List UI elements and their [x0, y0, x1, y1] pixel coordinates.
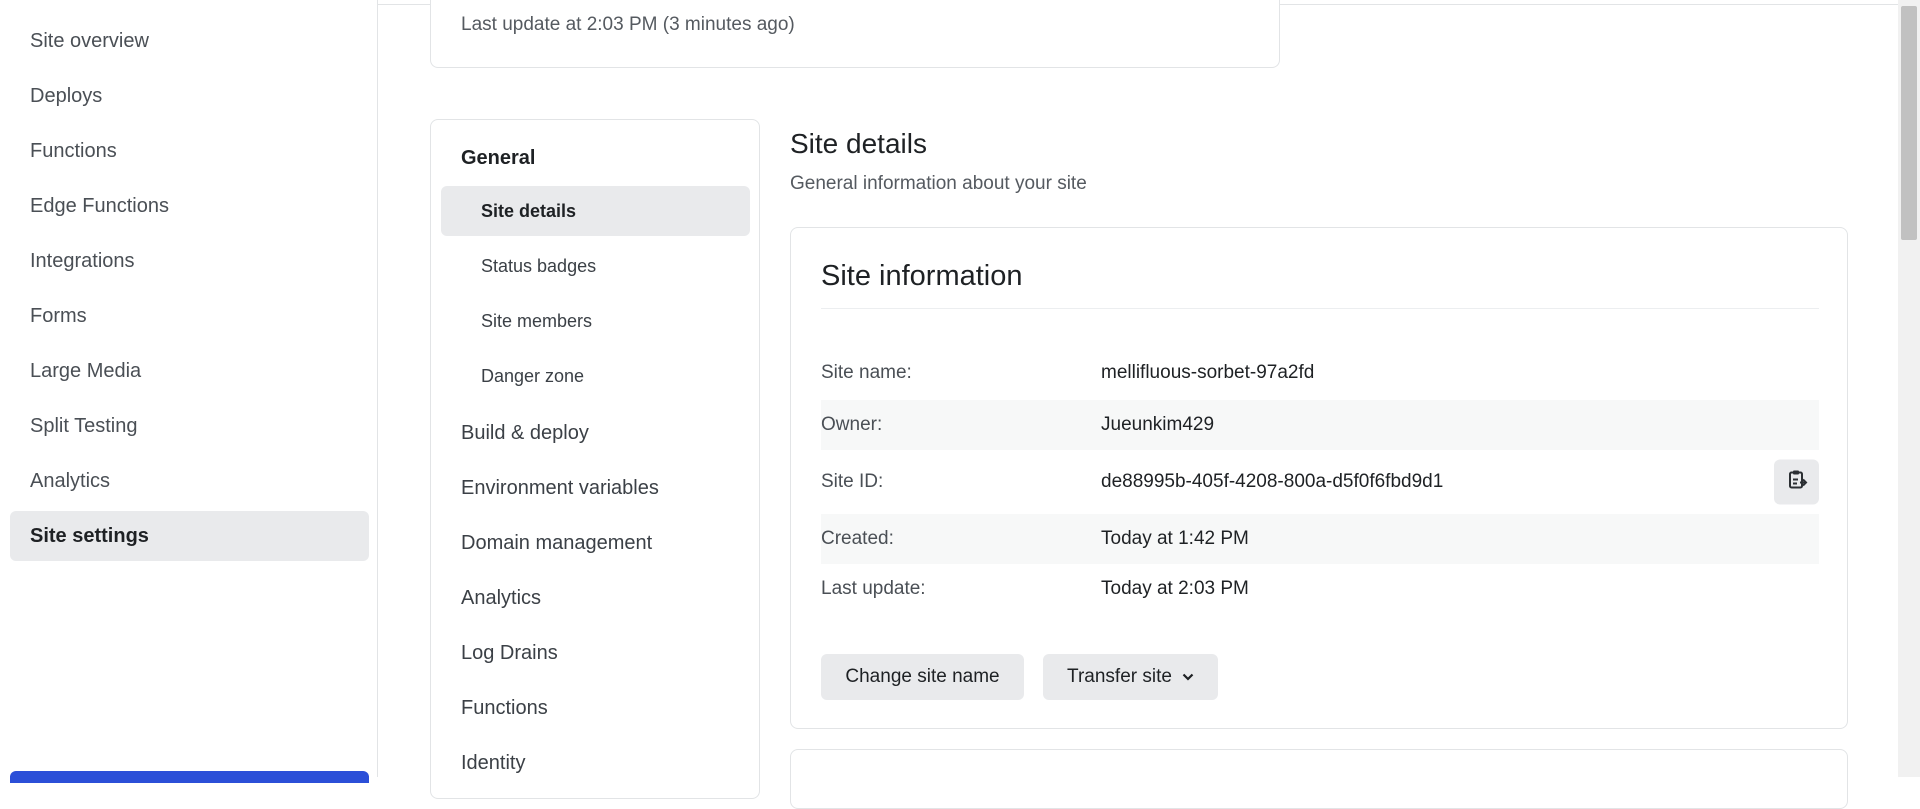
- page-scrollbar[interactable]: [1898, 0, 1920, 777]
- scrollbar-thumb[interactable]: [1901, 6, 1917, 240]
- settings-nav-site-members[interactable]: Site members: [441, 296, 750, 346]
- info-label: Last update:: [821, 578, 926, 599]
- info-row-owner: Owner: Jueunkim429: [821, 400, 1819, 450]
- sidebar-cta-button[interactable]: [10, 771, 369, 783]
- transfer-site-button[interactable]: Transfer site: [1043, 654, 1218, 700]
- clipboard-copy-icon: [1786, 469, 1808, 496]
- settings-nav-site-details[interactable]: Site details: [441, 186, 750, 236]
- card-divider: [821, 308, 1819, 309]
- sidebar-item-large-media[interactable]: Large Media: [10, 346, 369, 396]
- next-settings-card: [790, 749, 1848, 809]
- transfer-site-label: Transfer site: [1067, 666, 1172, 687]
- settings-nav-build-deploy[interactable]: Build & deploy: [461, 422, 589, 445]
- info-label: Owner:: [821, 414, 883, 435]
- sidebar-item-analytics[interactable]: Analytics: [10, 456, 369, 506]
- chevron-down-icon: [1182, 673, 1194, 681]
- sidebar-item-forms[interactable]: Forms: [10, 291, 369, 341]
- sidebar-item-site-settings[interactable]: Site settings: [10, 511, 369, 561]
- info-value: Today at 2:03 PM: [1101, 578, 1249, 599]
- sidebar-item-edge-functions[interactable]: Edge Functions: [10, 181, 369, 231]
- site-information-card: Site information Site name: mellifluous-…: [790, 227, 1848, 729]
- settings-nav-functions[interactable]: Functions: [461, 697, 548, 720]
- card-title: Site information: [821, 260, 1023, 292]
- change-site-name-button[interactable]: Change site name: [821, 654, 1024, 700]
- info-row-site-name: Site name: mellifluous-sorbet-97a2fd: [821, 352, 1819, 394]
- settings-nav: General Site details Status badges Site …: [430, 119, 760, 799]
- info-value: mellifluous-sorbet-97a2fd: [1101, 362, 1315, 383]
- info-value: de88995b-405f-4208-800a-d5f0f6fbd9d1: [1101, 471, 1444, 492]
- deploy-status-card: Last update at 2:03 PM (3 minutes ago): [430, 0, 1280, 68]
- page-subtitle: General information about your site: [790, 173, 1087, 194]
- settings-nav-domain-management[interactable]: Domain management: [461, 532, 652, 555]
- info-label: Site name:: [821, 362, 912, 383]
- info-value: Today at 1:42 PM: [1101, 528, 1249, 549]
- sidebar-item-split-testing[interactable]: Split Testing: [10, 401, 369, 451]
- info-label: Created:: [821, 528, 894, 549]
- settings-nav-danger-zone[interactable]: Danger zone: [441, 351, 750, 401]
- settings-nav-identity[interactable]: Identity: [461, 752, 525, 775]
- page-title: Site details: [790, 128, 927, 159]
- settings-nav-status-badges[interactable]: Status badges: [441, 241, 750, 291]
- settings-nav-log-drains[interactable]: Log Drains: [461, 642, 558, 665]
- settings-nav-environment-variables[interactable]: Environment variables: [461, 477, 659, 500]
- info-row-created: Created: Today at 1:42 PM: [821, 514, 1819, 564]
- info-label: Site ID:: [821, 471, 884, 492]
- change-site-name-label: Change site name: [845, 666, 1000, 687]
- sidebar-item-site-overview[interactable]: Site overview: [10, 16, 369, 66]
- copy-site-id-button[interactable]: [1774, 459, 1819, 505]
- info-row-last-update: Last update: Today at 2:03 PM: [821, 564, 1819, 614]
- sidebar-item-functions[interactable]: Functions: [10, 126, 369, 176]
- sidebar-item-integrations[interactable]: Integrations: [10, 236, 369, 286]
- site-sidebar: Site overview Deploys Functions Edge Fun…: [0, 0, 378, 783]
- info-row-site-id: Site ID: de88995b-405f-4208-800a-d5f0f6f…: [821, 450, 1819, 514]
- settings-nav-general[interactable]: General: [461, 147, 535, 170]
- last-update-text: Last update at 2:03 PM (3 minutes ago): [461, 14, 795, 35]
- sidebar-item-deploys[interactable]: Deploys: [10, 71, 369, 121]
- settings-nav-analytics[interactable]: Analytics: [461, 587, 541, 610]
- info-value: Jueunkim429: [1101, 414, 1215, 435]
